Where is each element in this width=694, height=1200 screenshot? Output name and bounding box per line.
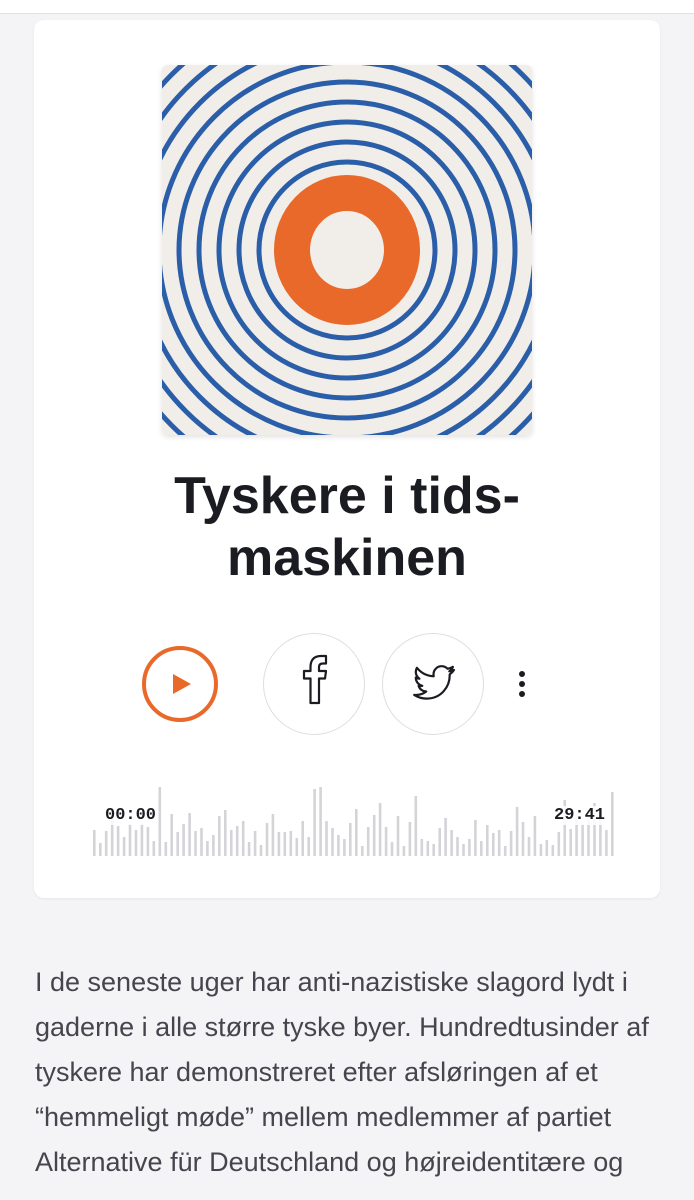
more-options-button[interactable] [508,667,536,701]
concentric-circles-logo-icon [162,65,532,435]
play-icon [173,674,191,694]
facebook-icon [302,654,328,705]
current-time: 00:00 [103,806,159,825]
facebook-share-button[interactable] [263,633,365,735]
episode-title: Tyskere i tids- maskinen [34,465,660,589]
episode-cover-image [162,65,532,435]
waveform-bars [93,787,614,856]
episode-card: Tyskere i tids- maskinen 00:00 29:41 [34,20,660,898]
episode-description: I de seneste uger har anti-nazistiske sl… [35,967,649,1177]
episode-title-line1: Tyskere i tids- [174,467,520,525]
audio-waveform-scrubber[interactable] [93,778,617,856]
twitter-share-button[interactable] [382,633,484,735]
duration-time: 29:41 [552,806,608,825]
play-button[interactable] [142,646,218,722]
episode-title-line2: maskinen [227,529,467,587]
twitter-icon [413,665,456,700]
top-bar [0,0,694,14]
